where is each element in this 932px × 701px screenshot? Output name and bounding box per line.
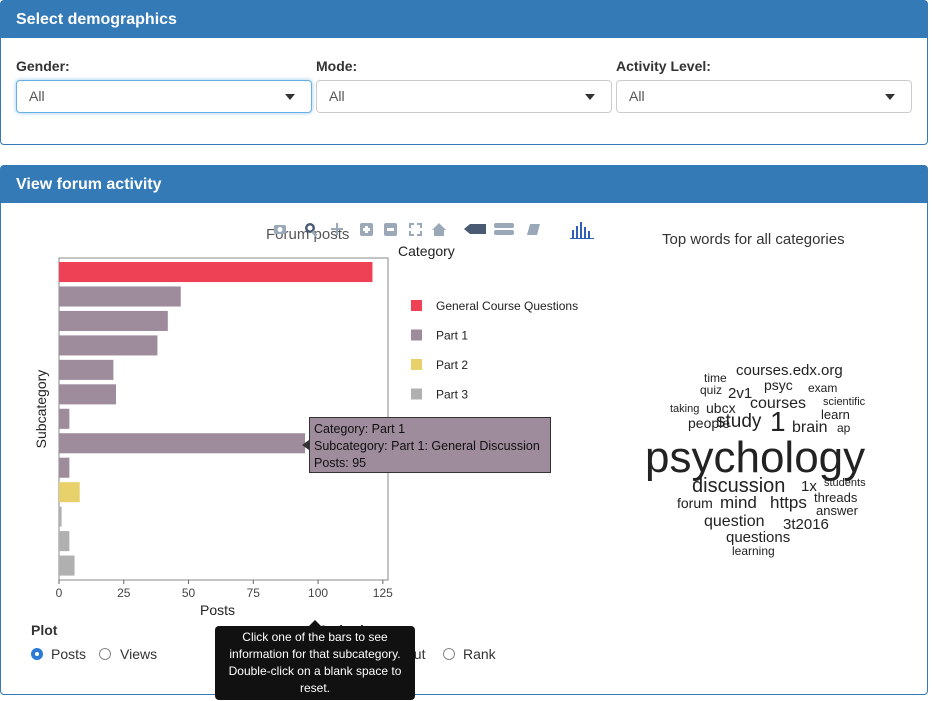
legend-label: Part 3 [436, 388, 468, 402]
bar[interactable] [59, 286, 181, 307]
posts-radio[interactable] [31, 648, 43, 660]
wordcloud-word: psyc [764, 377, 793, 393]
bar[interactable] [59, 555, 75, 576]
rank-radio-label[interactable]: Rank [463, 646, 496, 662]
legend-swatch [411, 300, 422, 311]
legend-label: General Course Questions [436, 299, 578, 313]
bar[interactable] [59, 408, 70, 429]
tooltip-subcategory: Subcategory: Part 1: General Discussion [314, 439, 540, 453]
x-tick-label: 75 [247, 586, 261, 600]
wordcloud-word: ap [837, 421, 851, 435]
x-tick-label: 125 [373, 586, 393, 600]
wordcloud-word: learn [821, 407, 850, 422]
x-tick-label: 0 [56, 586, 63, 600]
bar[interactable] [59, 506, 62, 527]
wordcloud-word: people [688, 415, 731, 431]
hover-tooltip: Category: Part 1 Subcategory: Part 1: Ge… [309, 417, 551, 473]
wordcloud-word: questions [726, 529, 791, 546]
wordcloud-title: Top words for all categories [662, 231, 845, 248]
bar[interactable] [59, 335, 158, 356]
bar[interactable] [59, 359, 114, 380]
posts-radio-label[interactable]: Posts [51, 646, 86, 662]
legend-swatch [411, 329, 422, 341]
bar[interactable] [59, 531, 70, 552]
x-tick-label: 100 [308, 586, 328, 600]
wordcloud-word: psychology [645, 433, 866, 482]
bar[interactable] [59, 457, 70, 478]
x-tick-label: 25 [117, 586, 131, 600]
x-tick-label: 50 [182, 586, 196, 600]
bar[interactable] [59, 262, 373, 283]
views-radio-label[interactable]: Views [120, 646, 157, 662]
word-cloud: psychology discussion study 1 courses.edx.or… [620, 340, 920, 580]
wordcloud-word: 2v1 [728, 385, 753, 402]
wordcloud-word: courses [750, 395, 807, 412]
wordcloud-word: quiz [700, 383, 723, 397]
wordcloud-word: forum [677, 495, 713, 511]
views-radio[interactable] [99, 648, 111, 660]
bar[interactable] [59, 384, 116, 405]
wordcloud-word: exam [808, 381, 838, 395]
help-tooltip: Click one of the bars to see information… [215, 626, 415, 700]
wordcloud-word: ubcx [706, 400, 736, 416]
wordcloud-word: brain [792, 419, 828, 436]
wordcloud-word: students [824, 477, 866, 489]
tooltip-category: Category: Part 1 [314, 422, 406, 436]
wordcloud-word: scientific [823, 396, 866, 408]
tooltip-pointer [302, 440, 309, 450]
wordcloud-word: learning [732, 544, 775, 558]
legend-label: Part 2 [436, 358, 468, 372]
wordcloud-word: answer [816, 503, 858, 518]
tooltip-posts: Posts: 95 [314, 456, 367, 470]
legend-swatch [411, 388, 422, 400]
legend-title: Category [398, 243, 455, 259]
bar[interactable] [59, 433, 306, 454]
wordcloud-word: mind [720, 493, 757, 512]
bar[interactable] [59, 310, 168, 331]
y-axis-label: Subcategory [33, 370, 49, 449]
plot-radio-label: Plot [31, 622, 58, 638]
wordcloud-word: question [704, 513, 765, 530]
rank-radio[interactable] [443, 648, 455, 660]
wordcloud-word: https [770, 493, 807, 512]
bar[interactable] [59, 482, 80, 503]
wordcloud-word: 3t2016 [783, 516, 829, 533]
wordcloud-word: taking [670, 403, 700, 415]
x-axis-label: Posts [200, 602, 235, 618]
legend-swatch [411, 359, 422, 370]
wordcloud-word: courses.edx.org [736, 362, 843, 379]
legend-label: Part 1 [436, 329, 468, 343]
wordcloud-word: 1 [770, 406, 786, 437]
